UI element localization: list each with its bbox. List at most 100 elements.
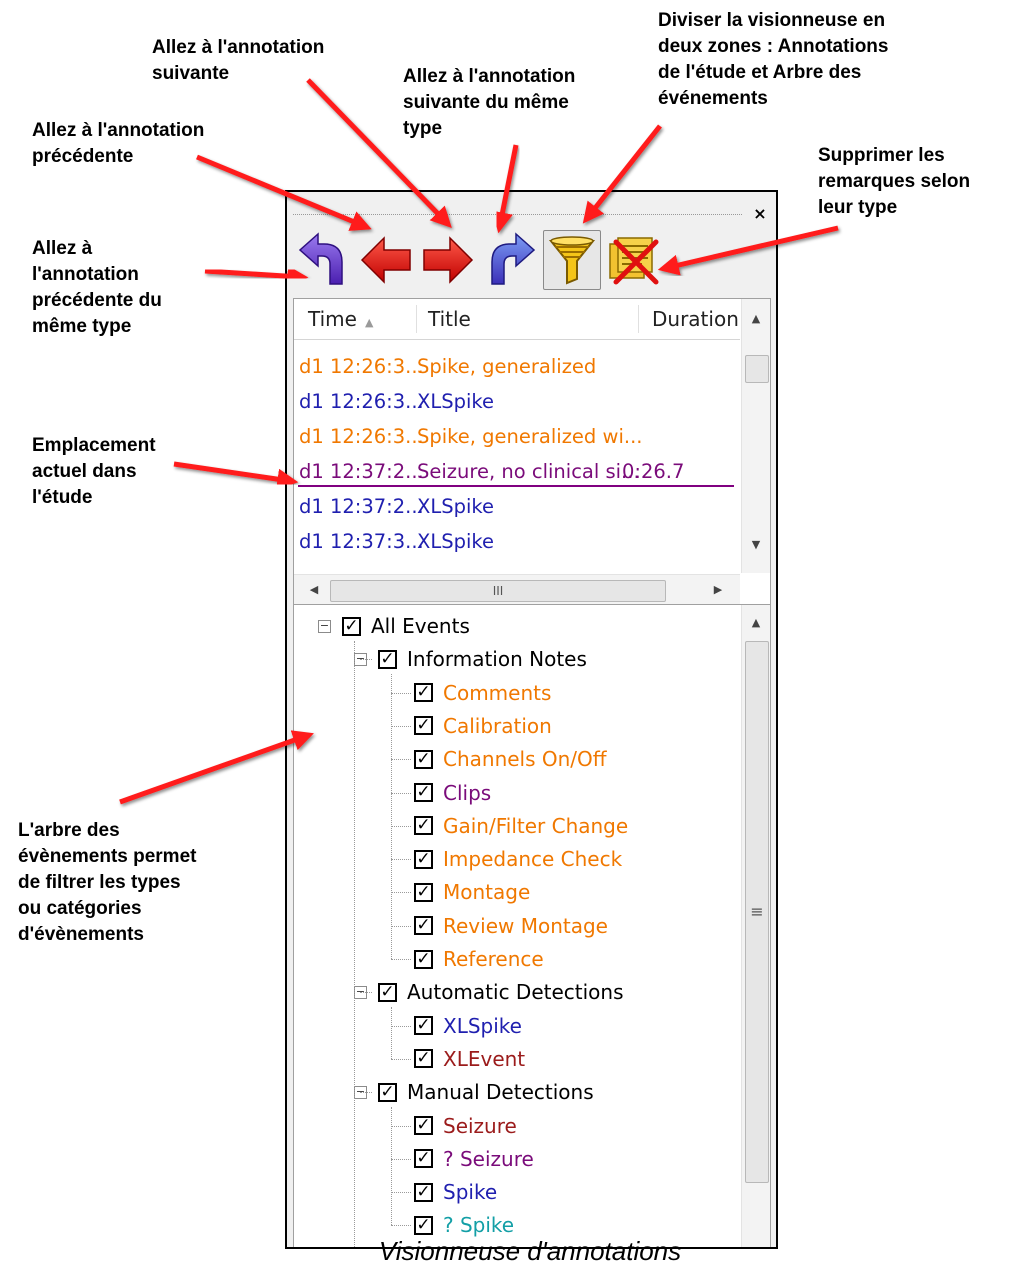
funnel-icon — [548, 236, 596, 285]
scroll-right-icon[interactable]: ▶ — [704, 578, 732, 602]
tree-leaf-node[interactable]: XLEvent — [414, 1044, 525, 1074]
tree-connector — [354, 641, 355, 1247]
arrow-current-location — [173, 461, 299, 490]
checkbox[interactable] — [378, 1082, 397, 1102]
scroll-up-icon[interactable]: ▲ — [742, 611, 770, 635]
column-divider[interactable] — [416, 305, 417, 333]
checkbox[interactable] — [414, 949, 433, 969]
tree-group-node[interactable]: Information Notes — [378, 644, 587, 674]
tree-node-label: Channels On/Off — [443, 747, 607, 772]
scrollbar-thumb[interactable]: III — [330, 580, 666, 602]
annotation-row[interactable]: d1 12:26:3...Spike, generalized — [294, 349, 740, 384]
annotation-row[interactable]: d1 12:37:3...XLSpike — [294, 524, 740, 559]
split-view-button[interactable] — [543, 230, 601, 290]
tree-group-node[interactable]: Manual Detections — [378, 1077, 594, 1107]
scrollbar-thumb[interactable] — [745, 355, 769, 383]
callout-event-tree: L'arbre des évènements permet de filtrer… — [18, 820, 197, 945]
arrow-right-red-icon — [423, 236, 474, 284]
delete-notes-icon — [609, 237, 659, 285]
tree-connector — [391, 959, 411, 960]
tree-vertical-scrollbar[interactable]: ▲ ≡ — [741, 605, 770, 1247]
annotation-list: Time ▲ Title Duration d1 12:26:3...Spike,… — [293, 298, 771, 606]
column-header-title[interactable]: Title — [428, 307, 471, 331]
checkbox[interactable] — [414, 1215, 433, 1235]
tree-leaf-node[interactable]: Impedance Check — [414, 844, 622, 874]
tree-connector — [391, 1158, 411, 1160]
tree-node-label: Reference — [443, 947, 544, 971]
annotation-row[interactable]: d1 12:37:2...XLSpike — [294, 489, 740, 524]
checkbox[interactable] — [414, 916, 433, 936]
tree-connector — [391, 1225, 411, 1227]
tree-leaf-node[interactable]: Comments — [414, 678, 551, 708]
checkbox[interactable] — [414, 783, 433, 802]
column-header-duration[interactable]: Duration — [652, 307, 739, 331]
tree-connector — [391, 825, 411, 827]
tree-node-label: Review Montage — [443, 913, 608, 938]
annotation-row[interactable]: d1 12:26:3...XLSpike — [294, 384, 740, 419]
callout-next: Allez à l'annotation suivante — [152, 37, 325, 84]
checkbox[interactable] — [414, 1116, 433, 1135]
tree-node-label: Information Notes — [407, 647, 587, 672]
tree-connector — [391, 692, 411, 694]
tree-leaf-node[interactable]: Seizure — [414, 1111, 517, 1141]
list-horizontal-scrollbar[interactable]: ◀ III ▶ — [294, 574, 740, 605]
checkbox[interactable] — [414, 749, 433, 769]
tree-connector — [360, 659, 372, 661]
annotation-row-current[interactable]: d1 12:37:2...Seizure, no clinical si...0… — [294, 454, 740, 489]
tree-leaf-node[interactable]: Clips — [414, 778, 491, 808]
tree-leaf-node[interactable]: Review Montage — [414, 911, 608, 941]
tree-leaf-node[interactable]: Calibration — [414, 711, 552, 741]
checkbox[interactable] — [414, 683, 433, 703]
tree-connector — [391, 1007, 392, 1059]
tree-leaf-node[interactable]: Reference — [414, 944, 544, 974]
callout-split-view: Diviser la visionneuse en deux zones : A… — [658, 10, 889, 109]
checkbox[interactable] — [414, 882, 433, 902]
annotation-rows: d1 12:26:3...Spike, generalized d1 12:26… — [294, 349, 740, 559]
collapse-icon[interactable] — [318, 620, 331, 633]
scroll-down-icon[interactable]: ▼ — [742, 533, 770, 557]
next-same-type-button[interactable] — [481, 230, 539, 290]
prev-same-type-button[interactable] — [295, 230, 353, 290]
column-header-time[interactable]: Time ▲ — [308, 307, 373, 331]
tree-connector — [391, 1192, 411, 1194]
scroll-left-icon[interactable]: ◀ — [300, 578, 328, 602]
close-icon[interactable] — [752, 206, 768, 222]
tree-leaf-node[interactable]: Channels On/Off — [414, 744, 607, 774]
tree-connector — [391, 674, 392, 959]
tree-group-node[interactable]: Automatic Detections — [378, 977, 624, 1007]
column-divider[interactable] — [638, 305, 639, 333]
tree-root-all-events[interactable]: All Events — [342, 611, 470, 641]
prev-annotation-button[interactable] — [357, 230, 415, 290]
tree-leaf-node[interactable]: ? Seizure — [414, 1144, 534, 1174]
checkbox[interactable] — [414, 1049, 433, 1069]
delete-by-type-button[interactable] — [605, 230, 663, 290]
checkbox[interactable] — [414, 716, 433, 736]
tree-leaf-node[interactable]: XLSpike — [414, 1011, 522, 1041]
checkbox[interactable] — [378, 982, 397, 1002]
tree-connector — [391, 792, 411, 794]
tree-connector — [391, 759, 411, 761]
next-annotation-button[interactable] — [419, 230, 477, 290]
checkbox[interactable] — [414, 1182, 433, 1202]
curved-arrow-left-purple-icon — [298, 232, 343, 285]
scroll-up-icon[interactable]: ▲ — [742, 307, 770, 331]
annotation-viewer-panel: Time▲ Title Duration d1 12:26:3...Spike,… — [285, 190, 778, 1249]
checkbox[interactable] — [414, 849, 433, 869]
checkbox[interactable] — [414, 816, 433, 836]
tree-leaf-node[interactable]: Gain/Filter Change — [414, 811, 628, 841]
current-location-marker — [298, 485, 734, 487]
checkbox[interactable] — [414, 1016, 433, 1036]
tree-leaf-node[interactable]: Spike — [414, 1177, 497, 1207]
tree-node-label: Automatic Detections — [407, 980, 624, 1005]
tree-node-label: ? Seizure — [443, 1146, 534, 1171]
tree-leaf-node[interactable]: Montage — [414, 877, 530, 907]
scrollbar-thumb[interactable]: ≡ — [745, 641, 769, 1183]
callout-next-same-type: Allez à l'annotation suivante du même ty… — [403, 66, 576, 139]
annotation-row[interactable]: d1 12:26:3...Spike, generalized wi... — [294, 419, 740, 454]
tree-node-label: Clips — [443, 780, 492, 805]
checkbox[interactable] — [342, 616, 361, 636]
tree-node-label: All Events — [371, 614, 470, 638]
list-vertical-scrollbar[interactable]: ▲ ▼ — [741, 299, 770, 573]
checkbox[interactable] — [378, 649, 397, 669]
checkbox[interactable] — [414, 1149, 433, 1169]
